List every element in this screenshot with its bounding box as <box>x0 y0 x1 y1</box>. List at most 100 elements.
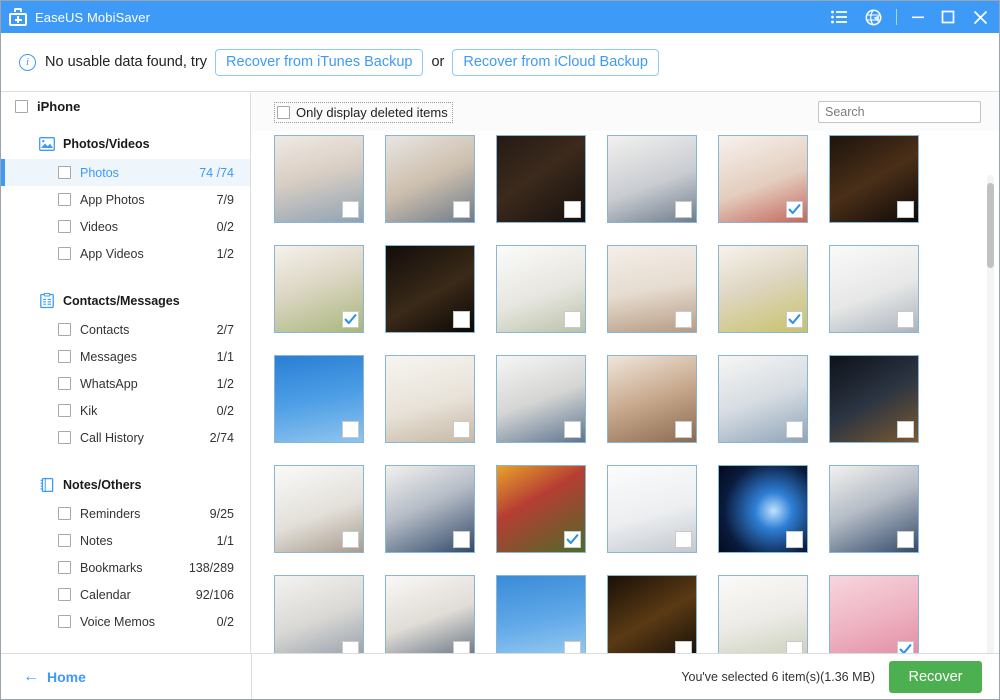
photo-select-checkbox[interactable] <box>897 201 914 218</box>
home-button[interactable]: ← Home <box>23 668 86 686</box>
calendar-checkbox[interactable] <box>58 588 71 601</box>
sidebar-root-iphone[interactable]: iPhone <box>1 93 250 120</box>
sidebar-item-voice-memos[interactable]: Voice Memos 0/2 <box>1 608 250 635</box>
sidebar-section-contacts-messages[interactable]: Contacts/Messages <box>1 286 250 316</box>
voice-memos-checkbox[interactable] <box>58 615 71 628</box>
photo-thumbnail[interactable] <box>829 465 919 553</box>
only-display-deleted-items-checkbox[interactable]: Only display deleted items <box>274 101 453 123</box>
photo-select-checkbox[interactable] <box>675 641 692 653</box>
reminders-checkbox[interactable] <box>58 507 71 520</box>
minimize-button[interactable] <box>903 1 933 33</box>
photo-select-checkbox[interactable] <box>564 311 581 328</box>
photo-thumbnail[interactable] <box>829 245 919 333</box>
photo-thumbnail[interactable] <box>274 575 364 653</box>
photo-select-checkbox[interactable] <box>453 641 470 653</box>
kik-checkbox[interactable] <box>58 404 71 417</box>
notes-checkbox[interactable] <box>58 534 71 547</box>
call-history-checkbox[interactable] <box>58 431 71 444</box>
photo-thumbnail[interactable] <box>496 135 586 223</box>
iphone-checkbox[interactable] <box>15 100 28 113</box>
sidebar-item-call-history[interactable]: Call History 2/74 <box>1 424 250 451</box>
photo-thumbnail[interactable] <box>385 465 475 553</box>
photo-select-checkbox[interactable] <box>897 421 914 438</box>
photo-select-checkbox[interactable] <box>453 531 470 548</box>
photo-thumbnail[interactable] <box>607 245 697 333</box>
photo-thumbnail[interactable] <box>718 575 808 653</box>
photo-thumbnail[interactable] <box>385 575 475 653</box>
photo-thumbnail[interactable] <box>718 465 808 553</box>
photo-thumbnail[interactable] <box>607 575 697 653</box>
photo-select-checkbox[interactable] <box>342 421 359 438</box>
photo-select-checkbox[interactable] <box>342 311 359 328</box>
photo-select-checkbox[interactable] <box>786 311 803 328</box>
photo-thumbnail[interactable] <box>607 135 697 223</box>
sidebar-item-app-videos[interactable]: App Videos 1/2 <box>1 240 250 267</box>
photo-thumbnail[interactable] <box>385 355 475 443</box>
photo-thumbnail[interactable] <box>718 245 808 333</box>
photo-select-checkbox[interactable] <box>453 201 470 218</box>
photo-select-checkbox[interactable] <box>564 531 581 548</box>
videos-checkbox[interactable] <box>58 220 71 233</box>
search-input[interactable] <box>818 101 981 123</box>
recover-from-icloud-backup-button[interactable]: Recover from iCloud Backup <box>452 48 659 76</box>
app-photos-checkbox[interactable] <box>58 193 71 206</box>
photo-select-checkbox[interactable] <box>453 311 470 328</box>
photo-thumbnail[interactable] <box>274 465 364 553</box>
sidebar-section-photos-videos[interactable]: Photos/Videos <box>1 129 250 159</box>
photo-select-checkbox[interactable] <box>564 421 581 438</box>
photo-thumbnail[interactable] <box>718 135 808 223</box>
photo-thumbnail[interactable] <box>607 355 697 443</box>
photo-thumbnail[interactable] <box>496 575 586 653</box>
photo-thumbnail[interactable] <box>496 245 586 333</box>
whatsapp-checkbox[interactable] <box>58 377 71 390</box>
photo-select-checkbox[interactable] <box>786 531 803 548</box>
photo-select-checkbox[interactable] <box>342 641 359 653</box>
close-button[interactable] <box>963 1 997 33</box>
recover-from-itunes-backup-button[interactable]: Recover from iTunes Backup <box>215 48 424 76</box>
photo-thumbnail[interactable] <box>829 355 919 443</box>
contacts-checkbox[interactable] <box>58 323 71 336</box>
sidebar-item-calendar[interactable]: Calendar 92/106 <box>1 581 250 608</box>
messages-checkbox[interactable] <box>58 350 71 363</box>
sidebar-item-photos[interactable]: Photos 74 /74 <box>1 159 250 186</box>
photo-thumbnail[interactable] <box>496 355 586 443</box>
photo-select-checkbox[interactable] <box>897 311 914 328</box>
sidebar-item-reminders[interactable]: Reminders 9/25 <box>1 500 250 527</box>
photo-thumbnail[interactable] <box>718 355 808 443</box>
bookmarks-checkbox[interactable] <box>58 561 71 574</box>
photo-select-checkbox[interactable] <box>675 421 692 438</box>
sidebar-item-videos[interactable]: Videos 0/2 <box>1 213 250 240</box>
globe-icon[interactable] <box>856 1 890 33</box>
sidebar-item-app-photos[interactable]: App Photos 7/9 <box>1 186 250 213</box>
photo-thumbnail[interactable] <box>829 575 919 653</box>
photo-thumbnail[interactable] <box>496 465 586 553</box>
photo-select-checkbox[interactable] <box>675 311 692 328</box>
photos-checkbox[interactable] <box>58 166 71 179</box>
sidebar-item-notes[interactable]: Notes 1/1 <box>1 527 250 554</box>
photo-thumbnail[interactable] <box>274 355 364 443</box>
sidebar-item-messages[interactable]: Messages 1/1 <box>1 343 250 370</box>
maximize-button[interactable] <box>933 1 963 33</box>
recover-button[interactable]: Recover <box>889 661 982 693</box>
app-videos-checkbox[interactable] <box>58 247 71 260</box>
photo-select-checkbox[interactable] <box>786 201 803 218</box>
grid-scrollbar-thumb[interactable] <box>987 183 994 268</box>
photo-thumbnail[interactable] <box>829 135 919 223</box>
photo-select-checkbox[interactable] <box>786 641 803 653</box>
photo-select-checkbox[interactable] <box>342 201 359 218</box>
sidebar-item-bookmarks[interactable]: Bookmarks 138/289 <box>1 554 250 581</box>
sidebar-item-kik[interactable]: Kik 0/2 <box>1 397 250 424</box>
sidebar-item-whatsapp[interactable]: WhatsApp 1/2 <box>1 370 250 397</box>
photo-select-checkbox[interactable] <box>786 421 803 438</box>
sidebar-item-contacts[interactable]: Contacts 2/7 <box>1 316 250 343</box>
photo-thumbnail[interactable] <box>385 245 475 333</box>
list-menu-icon[interactable] <box>822 1 856 33</box>
photo-select-checkbox[interactable] <box>897 641 914 653</box>
sidebar-section-notes-others[interactable]: Notes/Others <box>1 470 250 500</box>
photo-thumbnail[interactable] <box>385 135 475 223</box>
photo-thumbnail[interactable] <box>274 245 364 333</box>
photo-select-checkbox[interactable] <box>453 421 470 438</box>
photo-select-checkbox[interactable] <box>897 531 914 548</box>
photo-select-checkbox[interactable] <box>342 531 359 548</box>
photo-select-checkbox[interactable] <box>564 641 581 653</box>
